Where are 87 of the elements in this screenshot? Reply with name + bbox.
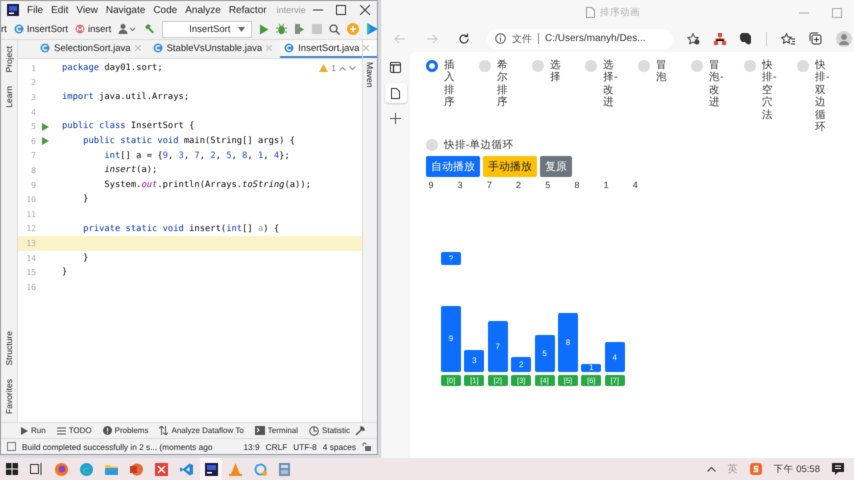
line-number: 13 <box>25 238 36 248</box>
array-value: 2 <box>515 180 522 190</box>
file-encoding[interactable]: UTF-8 <box>293 442 317 452</box>
menu-item[interactable]: Analyze <box>185 4 221 16</box>
code-line: public static void main(String[] args) { <box>82 134 296 148</box>
action-button[interactable]: 手动播放 <box>483 156 537 177</box>
code-line: System.out.println(Arrays.toString(a)); <box>103 178 311 192</box>
array-bar: 7 <box>488 320 508 372</box>
line-number: 1 <box>30 64 36 73</box>
tool-window-button[interactable]: Terminal <box>254 426 298 435</box>
code-line: int[] a = {9, 3, 7, 2, 5, 8, 1, 4}; <box>103 150 290 163</box>
array-value: 9 <box>427 180 434 190</box>
action-button[interactable]: 自动播放 <box>426 156 480 177</box>
window-title: 排序动画 <box>600 6 640 19</box>
line-number: 10 <box>25 195 36 204</box>
array-bar: 5 <box>534 335 555 372</box>
code-line: public class InsertSort { <box>61 120 194 134</box>
radio-label[interactable]: 希尔排序 <box>497 59 508 108</box>
line-number: 11 <box>25 210 36 219</box>
temp-value-box: ? <box>441 252 461 265</box>
menu-item[interactable]: File <box>27 4 44 16</box>
code-line: } <box>82 252 88 265</box>
line-number: 15 <box>25 268 36 278</box>
array-bar: 2 <box>511 357 532 372</box>
tool-window-button[interactable]: Maven <box>365 62 375 88</box>
tool-window-button[interactable]: Structure <box>4 330 14 366</box>
line-number: 6 <box>30 136 36 146</box>
array-value: 4 <box>632 180 639 190</box>
window-title: intervie <box>276 5 306 15</box>
warning-count[interactable]: 1 <box>331 63 336 73</box>
array-bar: 4 <box>604 342 625 372</box>
array-bar: 8 <box>558 313 578 372</box>
editor-tab[interactable]: SelectionSort.java <box>36 40 149 58</box>
tool-window-button[interactable]: Problems <box>102 426 148 435</box>
array-value: 3 <box>456 180 464 190</box>
code-line: insert(a); <box>103 164 158 178</box>
line-number: 7 <box>30 151 36 160</box>
array-value: 5 <box>544 180 552 190</box>
menu-item[interactable]: Edit <box>51 4 68 16</box>
line-number: 3 <box>30 92 36 102</box>
clock[interactable]: 下午 05:58 <box>774 462 820 476</box>
status-message: Build completed successfully in 2 s... (moments ago <box>22 442 212 452</box>
action-button[interactable]: 复原 <box>540 156 572 177</box>
run-config-dropdown[interactable]: InsertSort <box>162 20 252 38</box>
menu-item[interactable]: Code <box>153 4 178 16</box>
line-number: 9 <box>30 180 36 190</box>
line-number: 5 <box>30 122 36 132</box>
tool-window-button[interactable]: Learn <box>4 86 14 108</box>
menu-item[interactable]: View <box>76 4 98 16</box>
radio-label[interactable]: 快排-单边循环 <box>444 139 514 152</box>
tool-window-button[interactable]: Project <box>4 46 14 72</box>
tool-window-button[interactable]: Favorites <box>4 379 14 414</box>
radio-label[interactable]: 插入排序 <box>444 59 454 108</box>
tool-window-button[interactable]: TODO <box>56 426 92 435</box>
tool-window-button[interactable]: Analyze Dataflow To <box>159 426 244 435</box>
code-line: } <box>82 193 88 206</box>
menu-item[interactable]: Refactor <box>228 4 267 16</box>
array-value: 7 <box>486 180 493 190</box>
editor-tab[interactable]: InsertSort.java <box>280 40 378 58</box>
tool-window-button[interactable]: Run <box>21 426 46 435</box>
line-number: 16 <box>25 282 36 292</box>
code-line: package day01.sort; <box>61 62 163 75</box>
tool-window-button[interactable]: Statistic <box>309 426 350 436</box>
array-value: 1 <box>602 180 610 190</box>
line-separator[interactable]: CRLF <box>266 442 288 452</box>
line-number: 8 <box>30 166 36 175</box>
line-number: 14 <box>25 254 36 263</box>
address-field[interactable]: 文件 C:/Users/manyh/Des... <box>487 28 673 48</box>
radio-label[interactable]: 冒泡 <box>656 59 666 84</box>
indent-setting[interactable]: 4 spaces <box>322 442 356 452</box>
array-bar: 1 <box>581 364 602 372</box>
code-line: } <box>61 266 68 280</box>
array-bar: 9 <box>441 306 461 372</box>
radio-label[interactable]: 选择 <box>550 59 560 84</box>
array-bar: 3 <box>464 350 484 372</box>
line-number: 2 <box>30 78 36 88</box>
editor-tab[interactable]: StableVsUnstable.java <box>148 40 280 58</box>
breadcrumb-item[interactable]: insert <box>75 24 112 34</box>
code-line: import java.util.Arrays; <box>61 91 190 104</box>
breadcrumb-item[interactable]: rt <box>1 24 7 34</box>
line-number: 12 <box>25 224 36 234</box>
menu-item[interactable]: Navigate <box>106 4 146 16</box>
code-line: private static void insert(int[] a) { <box>82 222 280 236</box>
line-number: 4 <box>30 108 36 117</box>
breadcrumb-item[interactable]: InsertSort <box>14 24 68 34</box>
array-value: 8 <box>573 180 580 190</box>
caret-position[interactable]: 13:9 <box>243 442 260 452</box>
